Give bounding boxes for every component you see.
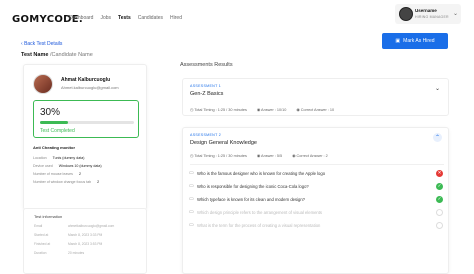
user-name: Username bbox=[415, 8, 437, 13]
correct-text: Correct Answer : 2 bbox=[296, 154, 328, 158]
row-value: March 8, 2023 3:33 PM bbox=[68, 233, 103, 237]
info-row: Started at March 8, 2023 3:33 PM bbox=[34, 233, 102, 237]
candidate-email: Ahmet.kalburcuoglu@gmail.com bbox=[61, 85, 119, 90]
row-key: Started at bbox=[34, 233, 49, 237]
question-row[interactable]: ▭ Who is the famous designer who is know… bbox=[189, 168, 443, 178]
assessment-meta: ◷ Total Timing : 1:25 / 30 minutes ◉ Ans… bbox=[190, 153, 328, 158]
assessment-label: ASSESSMENT 2 bbox=[190, 133, 222, 137]
question-row[interactable]: ▭ Who is responsible for designing the i… bbox=[189, 181, 443, 191]
row-value: 2 bbox=[97, 180, 100, 184]
answer: ◉ Answer : 5/5 bbox=[256, 154, 283, 158]
candidate-name: Ahmat Kalburcuoglu bbox=[61, 77, 111, 83]
assessment-label: ASSESSMENT 1 bbox=[190, 84, 222, 88]
status-badge: Test Completed bbox=[40, 128, 75, 134]
timing-text: Total Timing : 1:25 / 30 minutes bbox=[194, 154, 247, 158]
row-key: Number of mouse leaves bbox=[33, 172, 73, 176]
score-progress-fill bbox=[40, 121, 69, 124]
breadcrumb: Test Name /Candidate Name bbox=[21, 52, 93, 58]
answer: ◉ Answer : 10/10 bbox=[256, 108, 287, 112]
question-row[interactable]: ▭ Which typeface is known for its clean … bbox=[189, 194, 443, 204]
row-key: Location bbox=[33, 156, 47, 160]
message-icon: ▭ bbox=[189, 209, 194, 215]
score-box: 30% Test Completed bbox=[33, 100, 139, 138]
test-information-title: Test information bbox=[34, 214, 63, 219]
question-text: Which typeface is known for its clean an… bbox=[197, 196, 306, 202]
back-link[interactable]: ‹ Back Test Details bbox=[21, 41, 62, 47]
assessment-meta: ◷ Total Timing : 1:25 / 30 minutes ◉ Ans… bbox=[190, 107, 334, 112]
row-key: Duration bbox=[34, 251, 47, 255]
correct: ◉ Correct Answer : 10 bbox=[296, 108, 335, 112]
row-value: March 8, 2023 3:53 PM bbox=[68, 242, 103, 246]
test-name-label: Test Name bbox=[21, 52, 49, 58]
back-link-label: Back Test Details bbox=[24, 41, 63, 47]
message-icon: ▭ bbox=[189, 183, 194, 189]
correct-answer-icon: ✓ bbox=[436, 182, 443, 190]
row-value: Windows 10 (dummy data) bbox=[58, 164, 102, 168]
test-information-card: Test information Email ahmetkalburcuoglu@… bbox=[23, 208, 147, 274]
info-row: Duration 20 minutes bbox=[34, 251, 84, 255]
question-row[interactable]: ▭ Which design principle refers to the a… bbox=[189, 207, 443, 217]
candidate-card: Ahmat Kalburcuoglu Ahmet.kalburcuoglu@gm… bbox=[23, 64, 147, 210]
nav-candidates[interactable]: Candidates bbox=[138, 15, 163, 21]
anti-cheating-row: Device used Windows 10 (dummy data) bbox=[33, 164, 102, 168]
nav-jobs[interactable]: Jobs bbox=[100, 15, 111, 21]
question-row[interactable]: ▭ What is the term for the process of cr… bbox=[189, 220, 443, 230]
divider bbox=[190, 164, 444, 165]
question-text: Which design principle refers to the arr… bbox=[197, 209, 322, 215]
anti-cheating-row: Number of mouse leaves 2 bbox=[33, 172, 81, 176]
user-menu[interactable]: Username HIRING MANAGER ⌄ bbox=[395, 4, 461, 24]
row-value: Tunis (dummy data) bbox=[52, 156, 85, 160]
question-text: Who is responsible for designing the ico… bbox=[197, 183, 309, 189]
correct: ◉ Correct Answer : 2 bbox=[292, 154, 328, 158]
mark-as-hired-label: Mark As Hired bbox=[403, 38, 435, 44]
score-percent: 30% bbox=[40, 107, 61, 118]
correct-answer-icon: ✓ bbox=[436, 195, 443, 203]
nav-tests[interactable]: Tests bbox=[118, 15, 131, 21]
unanswered-icon bbox=[436, 208, 443, 216]
assessment-name: Gen-Z Basics bbox=[190, 91, 224, 97]
row-value: 20 minutes bbox=[68, 251, 85, 255]
message-icon: ▭ bbox=[189, 170, 194, 176]
info-row: Finished at March 8, 2023 3:53 PM bbox=[34, 242, 102, 246]
user-role: HIRING MANAGER bbox=[415, 15, 449, 19]
row-value: ahmetkalburcuoglu@gmail.com bbox=[68, 224, 115, 228]
mark-as-hired-button[interactable]: ▣ Mark As Hired bbox=[382, 33, 448, 49]
answer-text: Answer : 10/10 bbox=[261, 108, 287, 112]
avatar bbox=[399, 7, 413, 21]
row-value: 2 bbox=[78, 172, 81, 176]
nav-dashboard[interactable]: Dashboard bbox=[69, 15, 93, 21]
chevron-up-icon[interactable]: ⌃ bbox=[433, 133, 442, 142]
row-key: Finished at bbox=[34, 242, 51, 246]
assessment-card[interactable]: ASSESSMENT 2 Design General Knowledge ⌃ … bbox=[182, 127, 449, 274]
main-menu: Dashboard Jobs Tests Candidates Hired bbox=[69, 15, 182, 21]
assessment-card[interactable]: ASSESSMENT 1 Gen-Z Basics ⌄ ◷ Total Timi… bbox=[182, 78, 449, 116]
message-icon: ▭ bbox=[189, 222, 194, 228]
info-row: Email ahmetkalburcuoglu@gmail.com bbox=[34, 224, 114, 228]
question-text: Who is the famous designer who is known … bbox=[197, 170, 326, 176]
anti-cheating-title: Anti Cheating monitor bbox=[33, 145, 75, 150]
timing: ◷ Total Timing : 1:25 / 30 minutes bbox=[190, 154, 247, 158]
anti-cheating-row: Location Tunis (dummy data) bbox=[33, 156, 84, 160]
row-key: Email bbox=[34, 224, 43, 228]
nav-hired[interactable]: Hired bbox=[170, 15, 182, 21]
wrong-answer-icon: ✕ bbox=[436, 169, 443, 177]
question-text: What is the term for the process of crea… bbox=[197, 222, 321, 228]
chevron-down-icon[interactable]: ⌄ bbox=[433, 84, 442, 93]
assessment-name: Design General Knowledge bbox=[190, 140, 257, 146]
chevron-down-icon: ⌄ bbox=[453, 11, 459, 17]
anti-cheating-row: Number of window change focus tab 2 bbox=[33, 180, 99, 184]
message-icon: ▭ bbox=[189, 196, 194, 202]
assessments-results-title: Assessments Results bbox=[180, 62, 233, 68]
candidate-name-label: /Candidate Name bbox=[49, 52, 93, 58]
timing: ◷ Total Timing : 1:25 / 30 minutes bbox=[190, 108, 247, 112]
score-progress-bar bbox=[40, 121, 134, 124]
briefcase-icon: ▣ bbox=[395, 38, 401, 44]
correct-text: Correct Answer : 10 bbox=[300, 108, 335, 112]
unanswered-icon bbox=[436, 221, 443, 229]
row-key: Number of window change focus tab bbox=[33, 180, 92, 184]
timing-text: Total Timing : 1:25 / 30 minutes bbox=[194, 108, 247, 112]
candidate-avatar bbox=[33, 74, 53, 94]
row-key: Device used bbox=[33, 164, 53, 168]
answer-text: Answer : 5/5 bbox=[261, 154, 283, 158]
